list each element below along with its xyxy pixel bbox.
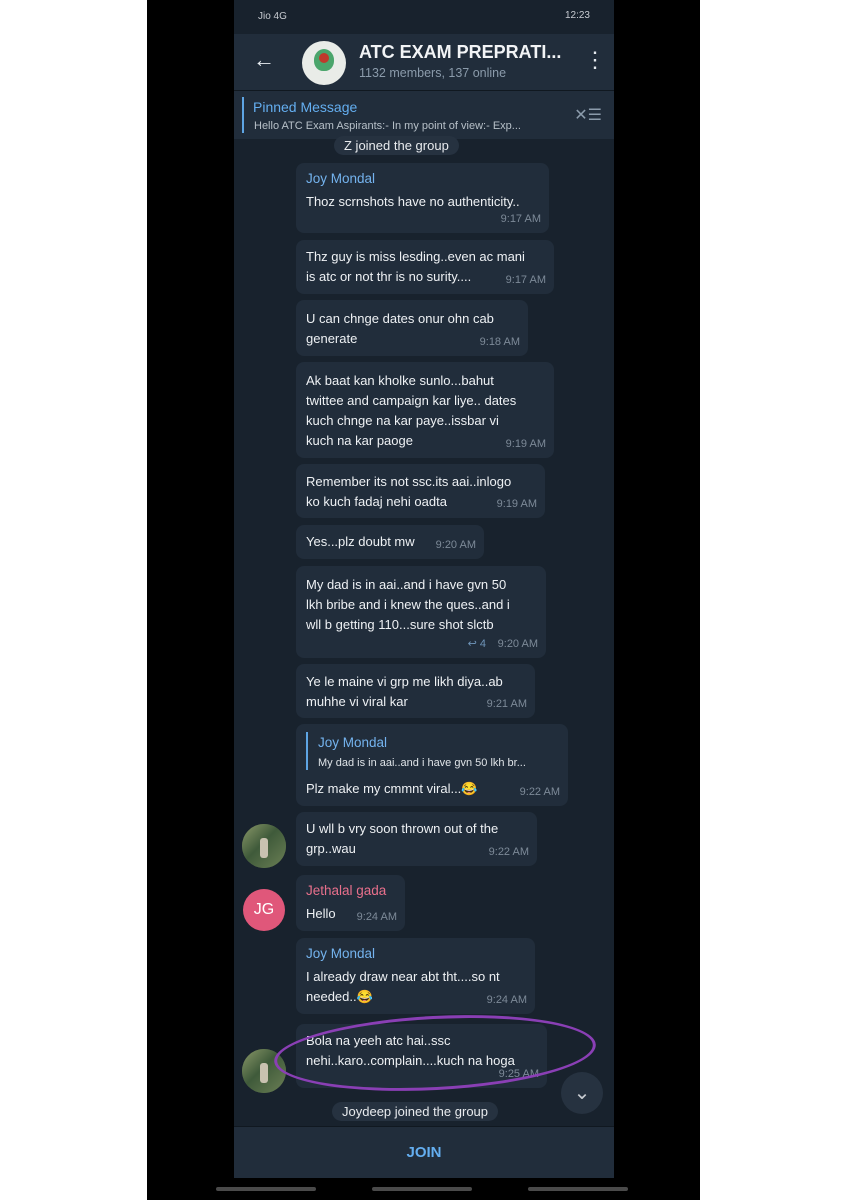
scroll-down-icon[interactable]: ⌄	[561, 1072, 603, 1114]
message-time: 9:21 AM	[486, 698, 527, 710]
message-bubble[interactable]: Joy Mondal My dad is in aai..and i have …	[296, 724, 568, 806]
pinned-indicator	[242, 97, 244, 133]
message-text: Plz make my cmmnt viral...😂	[306, 781, 478, 796]
reply-quote[interactable]: Joy Mondal My dad is in aai..and i have …	[306, 732, 558, 770]
message-text: Yes...plz doubt mw	[306, 534, 415, 549]
message-text: Hello	[306, 906, 336, 921]
message-text: U wll b vry soon thrown out of the	[306, 821, 499, 836]
message-time: 9:24 AM	[356, 911, 397, 923]
group-title[interactable]: ATC EXAM PREPRATI...	[359, 42, 561, 63]
telegram-chat-screen: Jio 4G 12:23 ← ATC EXAM PREPRATI... 1132…	[234, 0, 614, 1178]
status-left: Jio 4G	[258, 11, 287, 22]
message-text: grp..wau	[306, 841, 356, 856]
avatar-figure	[260, 838, 268, 858]
back-arrow-icon[interactable]: ←	[252, 46, 276, 74]
message-text: Ye le maine vi grp me likh diya..ab	[306, 674, 503, 689]
group-member-count: 1132 members, 137 online	[359, 66, 507, 80]
message-time: 9:17 AM	[505, 274, 546, 286]
avatar-figure	[260, 1063, 268, 1083]
message-time: 9:20 AM	[435, 539, 476, 551]
message-text: I already draw near abt tht....so nt	[306, 969, 500, 984]
pinned-title: Pinned Message	[253, 99, 358, 115]
chat-header: ← ATC EXAM PREPRATI... 1132 members, 137…	[234, 34, 614, 90]
message-time: 9:22 AM	[519, 786, 560, 798]
message-bubble[interactable]: U wll b vry soon thrown out of the grp..…	[296, 812, 537, 866]
message-time: 9:19 AM	[496, 498, 537, 510]
message-bubble[interactable]: Jethalal gada Hello 9:24 AM	[296, 875, 405, 931]
pin-list-icon[interactable]: ✕☰	[574, 105, 602, 125]
nav-gesture-bar	[528, 1187, 628, 1191]
message-time: 9:24 AM	[486, 994, 527, 1006]
reply-quoted-text: My dad is in aai..and i have gvn 50 lkh …	[318, 757, 526, 769]
message-text: Remember its not ssc.its aai..inlogo	[306, 474, 512, 489]
status-bar: Jio 4G 12:23	[234, 0, 614, 34]
message-bubble[interactable]: Remember its not ssc.its aai..inlogo ko …	[296, 464, 545, 518]
message-time: 9:19 AM	[505, 438, 546, 450]
message-time: 9:20 AM	[497, 638, 538, 650]
message-text: kuch chnge na kar paye..issbar vi	[306, 413, 499, 428]
message-bubble[interactable]: Yes...plz doubt mw 9:20 AM	[296, 525, 484, 559]
message-text: wll b getting 110...sure shot slctb	[306, 617, 494, 632]
service-message-joined: Joydeep joined the group	[332, 1102, 499, 1121]
sender-name[interactable]: Jethalal gada	[306, 881, 386, 901]
message-bubble[interactable]: Ak baat kan kholke sunlo...bahut twittee…	[296, 362, 554, 458]
message-text: Thz guy is miss lesding..even ac mani	[306, 249, 525, 264]
message-text: ko kuch fadaj nehi oadta	[306, 494, 447, 509]
user-avatar[interactable]	[242, 824, 286, 868]
message-text: muhhe vi viral kar	[306, 694, 408, 709]
message-text: Thoz scrnshots have no authenticity..	[306, 194, 520, 209]
nav-gesture-bar	[372, 1187, 472, 1191]
group-avatar[interactable]	[302, 41, 346, 85]
message-text: generate	[306, 331, 358, 346]
message-text: twittee and campaign kar liye.. dates	[306, 393, 517, 408]
group-logo-emblem	[319, 53, 329, 63]
sender-name[interactable]: Joy Mondal	[306, 944, 375, 964]
message-text: is atc or not thr is no surity....	[306, 269, 472, 284]
status-clock: 12:23	[564, 10, 590, 21]
message-text: lkh bribe and i knew the ques..and i	[306, 597, 510, 612]
message-time: 9:22 AM	[488, 846, 529, 858]
reply-count[interactable]: ↩ 4	[468, 634, 486, 654]
message-time: 9:18 AM	[479, 336, 520, 348]
message-text: My dad is in aai..and i have gvn 50	[306, 577, 507, 592]
user-avatar-initials[interactable]: JG	[243, 889, 285, 931]
message-text: needed..😂	[306, 989, 373, 1004]
join-button[interactable]: JOIN	[234, 1127, 614, 1178]
sender-name[interactable]: Joy Mondal	[306, 169, 375, 189]
message-time: 9:17 AM	[500, 213, 541, 225]
message-bubble[interactable]: My dad is in aai..and i have gvn 50 lkh …	[296, 566, 546, 658]
message-text: kuch na kar paoge	[306, 433, 413, 448]
message-bubble[interactable]: Thz guy is miss lesding..even ac mani is…	[296, 240, 554, 294]
message-bubble[interactable]: Joy Mondal I already draw near abt tht..…	[296, 938, 535, 1014]
pinned-text: Hello ATC Exam Aspirants:- In my point o…	[254, 120, 521, 132]
highlight-circle-annotation	[272, 1007, 598, 1099]
message-bubble[interactable]: Joy Mondal Thoz scrnshots have no authen…	[296, 163, 549, 233]
message-text: U can chnge dates onur ohn cab	[306, 311, 494, 326]
pinned-message-bar[interactable]: Pinned Message Hello ATC Exam Aspirants:…	[234, 90, 614, 139]
more-options-icon[interactable]: ⋮	[584, 46, 606, 74]
message-bubble[interactable]: U can chnge dates onur ohn cab generate …	[296, 300, 528, 356]
nav-gesture-bar	[216, 1187, 316, 1191]
service-message-joined: Z joined the group	[334, 136, 459, 155]
message-text: Ak baat kan kholke sunlo...bahut	[306, 373, 494, 388]
reply-sender-name: Joy Mondal	[318, 735, 388, 750]
message-bubble[interactable]: Ye le maine vi grp me likh diya..ab muhh…	[296, 664, 535, 718]
join-bar: JOIN	[234, 1126, 614, 1178]
